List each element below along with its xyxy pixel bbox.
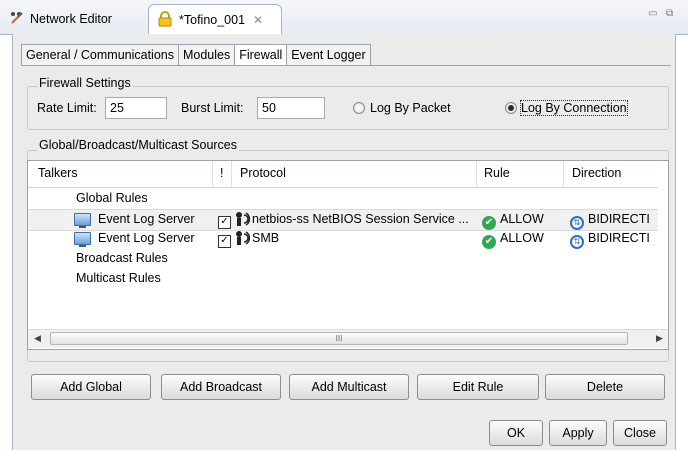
tab-divider [21, 65, 671, 66]
tab-modules[interactable]: Modules [177, 44, 235, 66]
add-broadcast-button[interactable]: Add Broadcast [161, 374, 281, 400]
log-by-connection-radio[interactable] [505, 102, 517, 114]
tree-node-multicast-rules[interactable]: Multicast Rules [28, 269, 658, 289]
sources-title: Global/Broadcast/Multicast Sources [37, 138, 240, 152]
rule-value: ALLOW [500, 212, 544, 226]
tab-general-communications[interactable]: General / Communications [21, 44, 178, 66]
column-divider[interactable] [563, 161, 564, 187]
burst-limit-input[interactable] [257, 97, 325, 119]
table-header: Talkers ! Protocol Rule Direction [28, 161, 658, 188]
editor-panel: General / Communications Modules Firewal… [12, 34, 676, 450]
close-button[interactable]: Close [613, 420, 667, 446]
restore-icon[interactable]: ⧉ [666, 8, 673, 19]
rate-limit-label: Rate Limit: [37, 101, 97, 115]
rate-limit-input[interactable] [105, 97, 167, 119]
apply-button[interactable]: Apply [549, 420, 607, 446]
allow-check-icon: ✔ [482, 216, 496, 230]
direction-value: BIDIRECTI [588, 231, 650, 245]
direction-cell: ⇅ BIDIRECTI [570, 212, 650, 230]
tab-network-editor[interactable]: Network Editor [2, 5, 144, 33]
horizontal-scrollbar[interactable]: ◀ III ▶ [28, 329, 668, 348]
tab-tofino[interactable]: *Tofino_001 ✕ [148, 4, 282, 35]
ok-button[interactable]: OK [489, 420, 543, 446]
lock-icon [157, 10, 173, 30]
add-global-button[interactable]: Add Global [31, 374, 151, 400]
direction-value: BIDIRECTI [588, 212, 650, 226]
editor-tab-strip: Network Editor *Tofino_001 ✕ ▭ ⧉ [0, 0, 688, 35]
protocol-name: SMB [252, 231, 280, 245]
header-direction[interactable]: Direction [572, 166, 621, 180]
protocol-icon [234, 230, 251, 249]
computer-icon [74, 232, 91, 248]
tab-label: Network Editor [30, 12, 112, 26]
talker-name: Event Log Server [98, 212, 195, 226]
scroll-grip: III [335, 334, 343, 343]
log-by-packet-label[interactable]: Log By Packet [370, 101, 451, 115]
minimize-icon[interactable]: ▭ [648, 8, 657, 19]
global-rules-label: Global Rules [76, 191, 148, 205]
column-divider[interactable] [476, 161, 477, 187]
tree-node-broadcast-rules[interactable]: Broadcast Rules [28, 249, 658, 269]
table-row[interactable]: Event Log Server ✓ netbios-ss NetBIOS Se… [28, 209, 658, 231]
multicast-rules-label: Multicast Rules [76, 271, 161, 285]
column-divider[interactable] [212, 161, 213, 187]
header-protocol[interactable]: Protocol [240, 166, 286, 180]
log-by-packet-radio[interactable] [353, 102, 365, 114]
column-divider[interactable] [231, 161, 232, 187]
rule-cell: ✔ ALLOW [482, 212, 544, 230]
network-editor-icon [10, 11, 24, 28]
log-by-connection-label[interactable]: Log By Connection [520, 100, 628, 116]
header-flag[interactable]: ! [220, 166, 223, 180]
bidirectional-icon: ⇅ [570, 235, 584, 249]
tab-label: *Tofino_001 [179, 13, 246, 27]
tab-event-logger[interactable]: Event Logger [286, 44, 371, 66]
table-row[interactable]: Event Log Server ✓ SMB ✔ ALLOW ⇅ BIDIRECTI [28, 229, 658, 249]
enabled-checkbox[interactable]: ✓ [218, 232, 231, 248]
rule-cell: ✔ ALLOW [482, 231, 544, 249]
protocol-name: netbios-ss NetBIOS Session Service ... [252, 212, 469, 226]
scroll-left-icon[interactable]: ◀ [34, 333, 41, 344]
firewall-settings-title: Firewall Settings [37, 76, 133, 90]
tab-firewall[interactable]: Firewall [234, 44, 287, 66]
add-multicast-button[interactable]: Add Multicast [289, 374, 409, 400]
rule-value: ALLOW [500, 231, 544, 245]
enabled-checkbox[interactable]: ✓ [218, 213, 231, 229]
close-icon[interactable]: ✕ [253, 13, 263, 27]
scroll-right-icon[interactable]: ▶ [656, 333, 663, 344]
bidirectional-icon: ⇅ [570, 216, 584, 230]
allow-check-icon: ✔ [482, 235, 496, 249]
delete-button[interactable]: Delete [545, 374, 665, 400]
protocol-icon [234, 211, 251, 230]
direction-cell: ⇅ BIDIRECTI [570, 231, 650, 249]
broadcast-rules-label: Broadcast Rules [76, 251, 168, 265]
header-talkers[interactable]: Talkers [38, 166, 78, 180]
scrollbar-thumb[interactable]: III [50, 332, 628, 345]
edit-rule-button[interactable]: Edit Rule [417, 374, 539, 400]
computer-icon [74, 213, 91, 229]
burst-limit-label: Burst Limit: [181, 101, 244, 115]
rules-table: Talkers ! Protocol Rule Direction Global… [27, 160, 669, 350]
tree-node-global-rules[interactable]: Global Rules [28, 189, 658, 209]
talker-name: Event Log Server [98, 231, 195, 245]
header-rule[interactable]: Rule [484, 166, 510, 180]
panel-tabs: General / Communications Modules Firewal… [21, 44, 371, 66]
